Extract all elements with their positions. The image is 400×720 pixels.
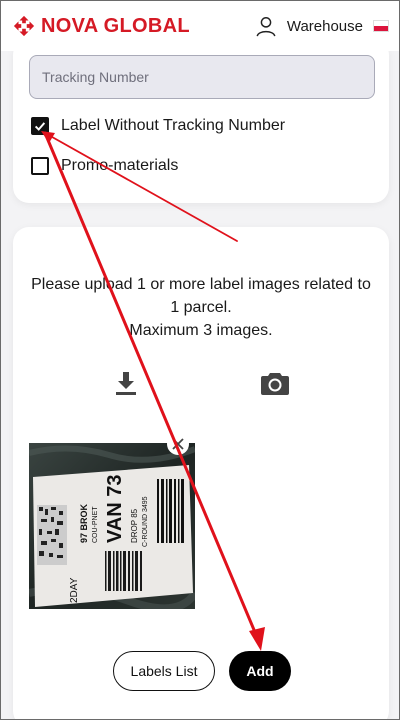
top-header: NOVA GLOBAL Warehouse	[1, 1, 399, 51]
checkmark-icon	[34, 122, 46, 131]
logo-text: NOVA GLOBAL	[41, 14, 190, 37]
label-line-3: VAN 73	[104, 474, 126, 543]
app-frame: NOVA GLOBAL Warehouse Label Without Trac…	[0, 0, 400, 720]
warehouse-label[interactable]: Warehouse	[287, 18, 363, 35]
label-photo: 97 BROK COU-PNET VAN 73 DROP 85 C-ROUND …	[29, 443, 195, 609]
uploaded-label-thumbnail[interactable]: 97 BROK COU-PNET VAN 73 DROP 85 C-ROUND …	[29, 443, 195, 609]
promo-materials-checkbox[interactable]	[31, 157, 49, 175]
close-icon[interactable]	[167, 433, 189, 455]
poland-flag-icon[interactable]	[373, 20, 389, 32]
tracking-number-input[interactable]	[29, 55, 375, 99]
promo-materials-option[interactable]: Promo-materials	[31, 157, 178, 175]
camera-icon[interactable]	[259, 367, 291, 399]
download-icon[interactable]	[110, 367, 142, 399]
label-line-5: C-ROUND 3495	[142, 496, 149, 547]
brand-logo[interactable]: NOVA GLOBAL	[13, 15, 190, 38]
header-right: Warehouse	[255, 15, 389, 37]
labels-list-button[interactable]: Labels List	[113, 651, 215, 691]
upload-instructions: Please upload 1 or more label images rel…	[13, 273, 389, 342]
nova-logo-icon	[13, 15, 35, 37]
promo-materials-text: Promo-materials	[61, 157, 179, 174]
label-line-1: 97 BROK	[79, 503, 89, 543]
user-icon[interactable]	[255, 15, 277, 37]
label-line-2: COU-PNET	[92, 506, 99, 543]
add-button[interactable]: Add	[229, 651, 291, 691]
label-line-4: DROP 85	[130, 508, 139, 543]
label-without-tracking-text: Label Without Tracking Number	[61, 117, 286, 134]
label-without-tracking-option[interactable]: Label Without Tracking Number	[31, 117, 285, 135]
label-without-tracking-checkbox[interactable]	[31, 117, 49, 135]
upload-card: Please upload 1 or more label images rel…	[13, 227, 389, 719]
tracking-card: Label Without Tracking Number Promo-mate…	[13, 39, 389, 203]
upload-instruction-line2: Maximum 3 images.	[129, 322, 273, 339]
label-line-6: 2DAY	[69, 577, 80, 603]
upload-instruction-line1: Please upload 1 or more label images rel…	[31, 276, 371, 316]
